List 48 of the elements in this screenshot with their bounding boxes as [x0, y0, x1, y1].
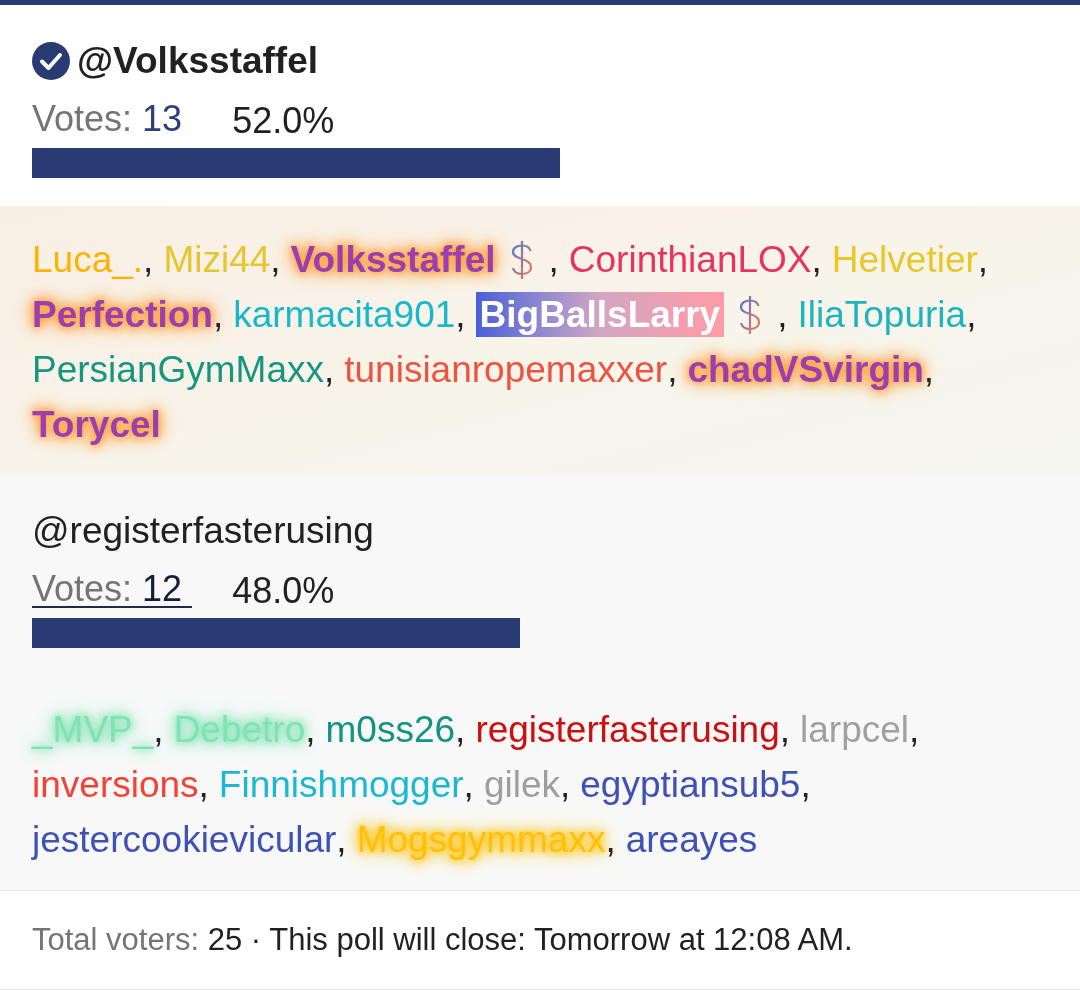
- poll-summary: Total voters: 25 · This poll will close: Tomorrow at 12:08 AM.: [32, 920, 853, 959]
- list-separator: ,: [800, 763, 811, 807]
- list-separator: ,: [909, 708, 920, 752]
- voter-name[interactable]: m0ss26: [325, 702, 456, 757]
- list-separator: ,: [463, 763, 474, 807]
- voter-name[interactable]: IliaTopuria: [797, 287, 967, 342]
- option-title: @Volksstaffel: [77, 39, 319, 83]
- list-separator: ,: [966, 293, 977, 337]
- voter-name[interactable]: registerfasterusing: [475, 702, 780, 757]
- list-separator: ,: [779, 708, 791, 752]
- list-separator: ,: [605, 818, 616, 862]
- voter-name[interactable]: larpcel: [800, 702, 910, 757]
- list-separator: ,: [548, 238, 559, 282]
- voter-name[interactable]: tunisianropemaxxer: [344, 342, 668, 397]
- voter-name[interactable]: gilek: [483, 757, 560, 812]
- voter-name[interactable]: CorinthianLOX: [568, 232, 812, 287]
- voter-name[interactable]: Finnishmogger: [218, 757, 464, 812]
- list-separator: ,: [270, 238, 281, 282]
- list-separator: ,: [560, 763, 571, 807]
- vote-percentage: 52.0%: [232, 104, 335, 138]
- voter-name[interactable]: egyptiansub5: [580, 757, 801, 812]
- vote-percentage: 48.0%: [232, 574, 335, 608]
- voter-name[interactable]: karmacita901: [233, 287, 456, 342]
- voter-name[interactable]: Torycel: [32, 397, 161, 452]
- voter-name[interactable]: areayes: [625, 812, 758, 867]
- voter-name[interactable]: Volksstaffel: [290, 232, 496, 287]
- option-title: @registerfasterusing: [32, 509, 374, 553]
- voter-name[interactable]: PersianGymMaxx: [32, 342, 324, 397]
- voter-name[interactable]: chadVSvirgin: [687, 342, 924, 397]
- list-separator: ,: [153, 708, 164, 752]
- list-separator: ,: [667, 348, 678, 392]
- list-separator: ,: [455, 708, 466, 752]
- list-separator: ,: [198, 763, 209, 807]
- list-separator: ,: [143, 238, 154, 282]
- list-separator: ,: [336, 818, 347, 862]
- vote-count[interactable]: Votes: 13: [32, 102, 193, 138]
- voter-name[interactable]: Perfection: [32, 287, 213, 342]
- voter-name[interactable]: inversions: [32, 757, 199, 812]
- list-separator: ,: [323, 348, 335, 392]
- list-separator: ,: [455, 293, 466, 337]
- list-separator: ,: [977, 238, 989, 282]
- list-separator: ,: [777, 293, 788, 337]
- list-separator: ,: [305, 708, 316, 752]
- voter-name[interactable]: jestercookievicular: [32, 812, 337, 867]
- list-separator: ,: [212, 293, 224, 337]
- list-separator: ,: [923, 348, 935, 392]
- list-separator: ,: [811, 238, 822, 282]
- vote-count[interactable]: Votes: 12: [32, 572, 193, 608]
